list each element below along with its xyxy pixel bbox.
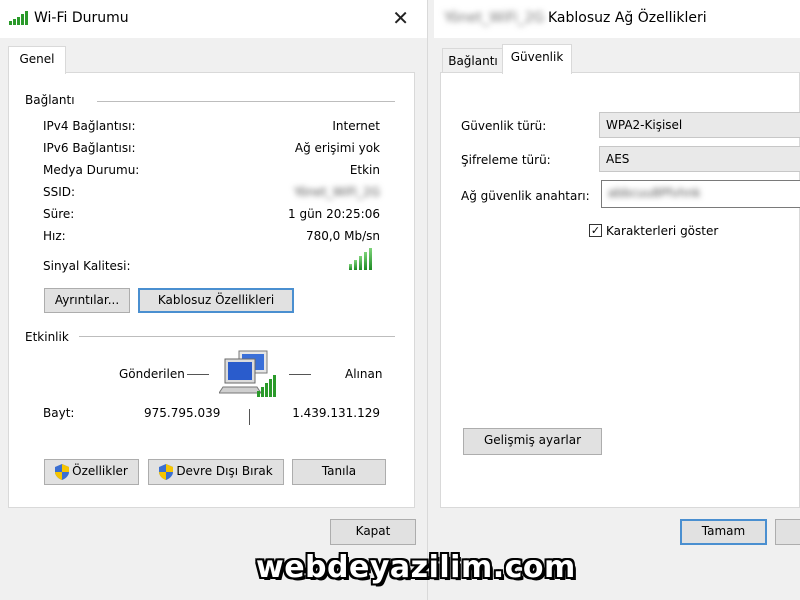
properties-button-label: Özellikler [72, 464, 128, 478]
security-type-label: Güvenlik türü: [461, 119, 547, 133]
encryption-type-select[interactable]: AES [599, 146, 800, 172]
details-button[interactable]: Ayrıntılar... [44, 288, 130, 313]
diagnose-button[interactable]: Tanıla [292, 459, 386, 485]
network-key-label: Ağ güvenlik anahtarı: [461, 189, 590, 203]
ssid-label: SSID: [43, 185, 76, 199]
wifi-status-title: Wi-Fi Durumu [34, 10, 129, 26]
security-type-value: WPA2-Kişisel [606, 118, 683, 132]
received-line [289, 374, 311, 375]
bytes-received-value: 1.439.131.129 [292, 406, 380, 420]
connection-divider [97, 101, 395, 102]
speed-value: 780,0 Mb/sn [305, 229, 380, 243]
wifi-signal-icon [9, 11, 28, 25]
ipv4-value: Internet [332, 119, 380, 133]
tab-connection[interactable]: Bağlantı [442, 48, 504, 74]
wireless-properties-button[interactable]: Kablosuz Özellikleri [138, 288, 294, 313]
received-label: Alınan [345, 367, 383, 381]
wifi-status-dialog: Wi-Fi Durumu ✕ Genel Bağlantı IPv4 Bağla… [0, 0, 428, 600]
signal-strength-icon [349, 248, 372, 270]
show-characters-checkbox[interactable]: ✓ [589, 224, 602, 237]
wireless-properties-titlebar[interactable]: Yönet_WiFi_2G Kablosuz Ağ Özellikleri [434, 0, 800, 38]
wireless-network-properties-dialog: Yönet_WiFi_2G Kablosuz Ağ Özellikleri Ba… [434, 0, 800, 600]
ok-button[interactable]: Tamam [680, 519, 767, 545]
connection-heading: Bağlantı [25, 93, 75, 107]
encryption-type-label: Şifreleme türü: [461, 153, 551, 167]
tab-security-label: Güvenlik [510, 50, 564, 64]
ipv6-label: IPv6 Bağlantısı: [43, 141, 136, 155]
close-button[interactable]: Kapat [330, 519, 416, 545]
sent-line [187, 374, 209, 375]
duration-value: 1 gün 20:25:06 [288, 207, 380, 221]
watermark-text: webdeyazilim.com [256, 550, 576, 585]
show-characters-label[interactable]: Karakterleri göster [606, 224, 718, 238]
uac-shield-icon [55, 463, 70, 480]
network-name-title-blurred: Yönet_WiFi_2G [444, 10, 545, 26]
security-type-select[interactable]: WPA2-Kişisel [599, 112, 800, 138]
ipv6-value: Ağ erişimi yok [294, 141, 380, 155]
network-computers-icon [219, 350, 276, 397]
wifi-status-titlebar[interactable]: Wi-Fi Durumu ✕ [0, 0, 427, 38]
disable-button-label: Devre Dışı Bırak [176, 464, 273, 478]
advanced-settings-button[interactable]: Gelişmiş ayarlar [463, 428, 602, 455]
close-icon[interactable]: ✕ [392, 6, 409, 30]
properties-button[interactable]: Özellikler [44, 459, 139, 485]
encryption-type-value: AES [606, 152, 630, 166]
activity-separator [249, 409, 250, 425]
tab-security[interactable]: Güvenlik [502, 44, 572, 74]
network-key-value: abbcuu8Pfvhnk [608, 186, 701, 200]
tab-connection-label: Bağlantı [448, 54, 498, 68]
bytes-sent-value: 975.795.039 [144, 406, 221, 420]
general-panel: Bağlantı IPv4 Bağlantısı: Internet IPv6 … [8, 72, 415, 508]
security-panel: Güvenlik türü: WPA2-Kişisel Şifreleme tü… [440, 72, 800, 508]
signal-quality-label: Sinyal Kalitesi: [43, 259, 131, 273]
bytes-label: Bayt: [43, 406, 75, 420]
sent-label: Gönderilen [119, 367, 185, 381]
speed-label: Hız: [43, 229, 66, 243]
tab-general-label: Genel [19, 52, 55, 66]
wireless-properties-title: Kablosuz Ağ Özellikleri [548, 10, 707, 26]
cancel-button-partial[interactable] [775, 519, 800, 545]
activity-divider [79, 336, 395, 337]
media-state-label: Medya Durumu: [43, 163, 140, 177]
activity-heading: Etkinlik [25, 330, 69, 344]
media-state-value: Etkin [349, 163, 380, 177]
network-key-input[interactable]: abbcuu8Pfvhnk [601, 180, 800, 208]
ipv4-label: IPv4 Bağlantısı: [43, 119, 136, 133]
disable-button[interactable]: Devre Dışı Bırak [148, 459, 284, 485]
tab-general[interactable]: Genel [8, 46, 66, 74]
uac-shield-icon [159, 463, 174, 480]
duration-label: Süre: [43, 207, 75, 221]
ssid-value: Yönet_WiFi_2G [293, 185, 380, 199]
